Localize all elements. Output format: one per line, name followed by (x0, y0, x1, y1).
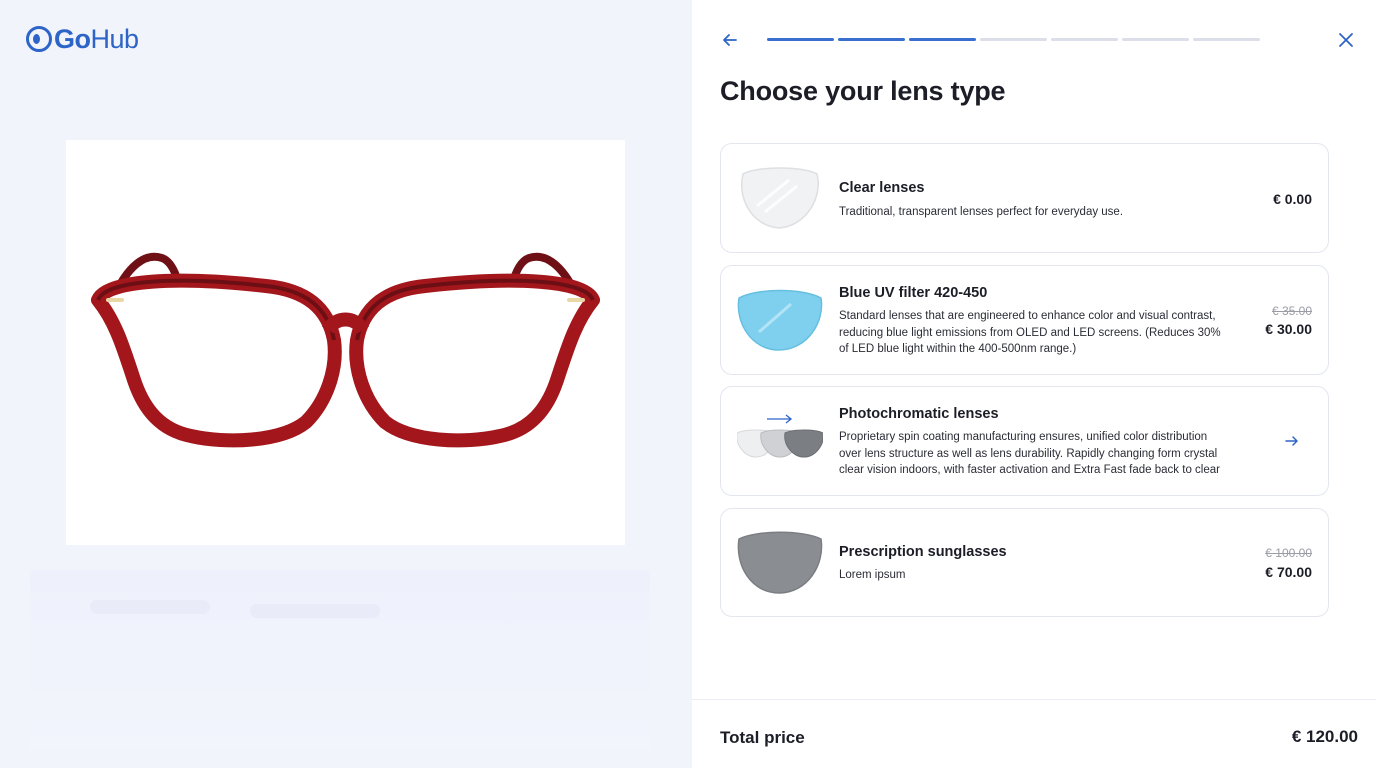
blurred-details-area (30, 570, 650, 750)
lens-description: Standard lenses that are engineered to e… (839, 310, 1221, 355)
lens-price: € 30.00 (1265, 321, 1312, 337)
product-image (66, 140, 625, 545)
lens-selection-panel: Choose your lens type Clear lenses Tradi… (692, 0, 1376, 768)
lens-option-blue-uv[interactable]: Blue UV filter 420-450 Standard lenses t… (720, 265, 1329, 375)
total-price-label: Total price (720, 728, 805, 747)
lens-old-price: € 100.00 (1265, 546, 1312, 560)
progress-step (1193, 38, 1260, 41)
progress-step (980, 38, 1047, 41)
price-footer: Total price € 120.00 (692, 699, 1376, 768)
lens-price: € 0.00 (1273, 191, 1312, 207)
back-arrow-icon[interactable] (720, 30, 740, 50)
gohub-logo[interactable]: GoHub (26, 25, 139, 53)
blurred-text-line (250, 604, 380, 618)
lens-option-clear[interactable]: Clear lenses Traditional, transparent le… (720, 143, 1329, 253)
lens-price: € 70.00 (1265, 564, 1312, 580)
progress-step (1122, 38, 1189, 41)
lens-description: Traditional, transparent lenses perfect … (839, 206, 1124, 218)
lens-name: Photochromatic lenses (839, 406, 999, 422)
progress-step (767, 38, 834, 41)
page-title: Choose your lens type (720, 76, 1006, 106)
blurred-text-line (90, 600, 210, 614)
progress-step (1051, 38, 1118, 41)
lens-description: Lorem ipsum (839, 569, 906, 581)
lens-name: Blue UV filter 420-450 (839, 285, 988, 301)
close-icon[interactable] (1336, 30, 1356, 50)
total-price-value: € 120.00 (1291, 727, 1358, 746)
lens-option-sunglasses[interactable]: Prescription sunglasses Lorem ipsum € 10… (720, 508, 1329, 617)
lens-name: Prescription sunglasses (839, 544, 1007, 560)
lens-description: Proprietary spin coating manufacturing e… (839, 431, 1220, 476)
progress-step (838, 38, 905, 41)
product-preview-panel: GoHub (0, 0, 692, 768)
sunglass-lens-icon (737, 531, 823, 600)
step-progress-bar (767, 38, 1260, 41)
lens-option-photochromatic[interactable]: Photochromatic lenses Proprietary spin c… (720, 386, 1329, 496)
logo-text: GoHub (54, 24, 139, 54)
lens-old-price: € 35.00 (1271, 304, 1312, 318)
eyeglasses-image (91, 252, 600, 448)
arrow-right-icon[interactable] (1284, 433, 1300, 449)
logo-icon (26, 26, 52, 52)
blue-lens-icon (737, 288, 823, 357)
photochromatic-lens-icon (736, 411, 824, 466)
progress-step (909, 38, 976, 41)
lens-name: Clear lenses (839, 180, 925, 196)
clear-lens-icon (737, 166, 823, 235)
